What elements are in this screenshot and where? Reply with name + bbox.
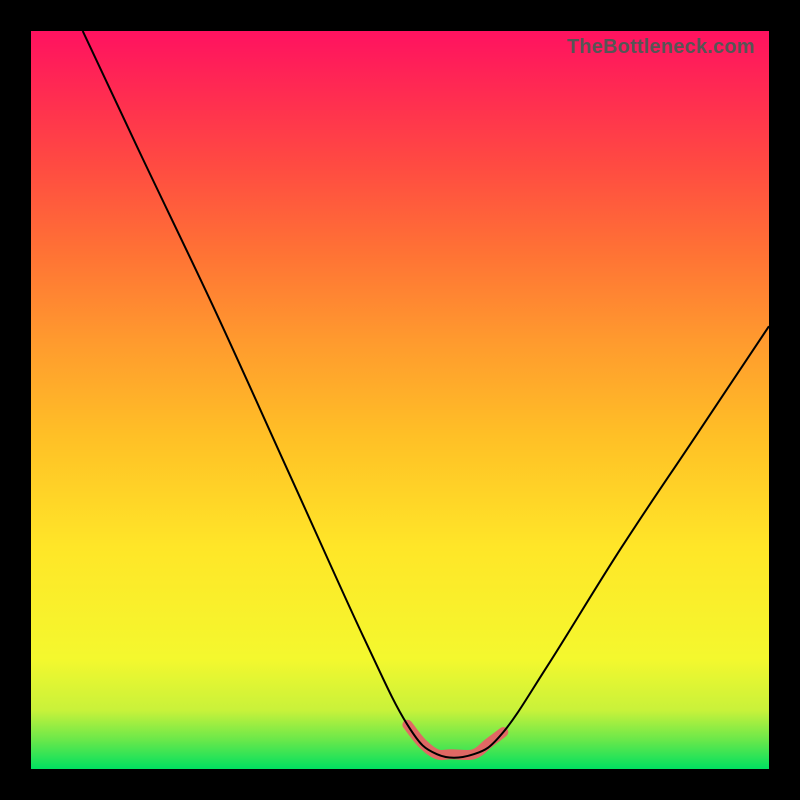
curve-layer (31, 31, 769, 769)
bottleneck-curve (83, 31, 769, 758)
chart-frame: TheBottleneck.com (0, 0, 800, 800)
plot-area: TheBottleneck.com (31, 31, 769, 769)
highlight-segment (407, 725, 503, 755)
